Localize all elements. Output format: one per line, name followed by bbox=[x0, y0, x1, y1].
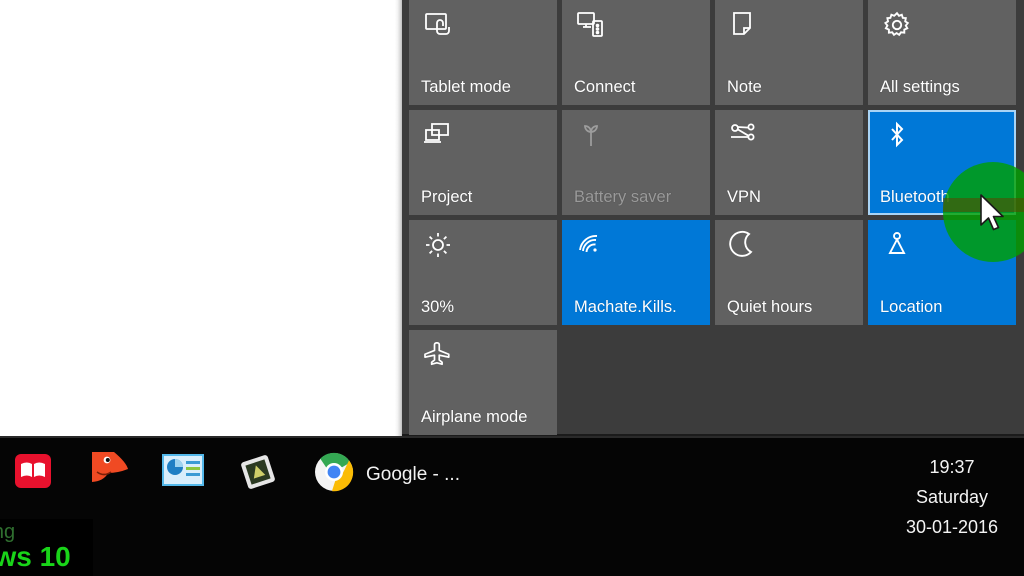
tablet-mode-icon bbox=[421, 8, 455, 42]
quick-actions-row: Tablet mode Connect Note All settings bbox=[409, 0, 1017, 105]
quick-action-label: All settings bbox=[880, 78, 960, 96]
powerpoint-icon bbox=[162, 454, 204, 491]
grid-empty-slot bbox=[715, 330, 863, 435]
quick-actions-row: Airplane mode bbox=[409, 330, 1017, 435]
quick-action-location[interactable]: Location bbox=[868, 220, 1016, 325]
quick-action-label: Connect bbox=[574, 78, 636, 96]
quick-action-wifi[interactable]: Machate.Kills. bbox=[562, 220, 710, 325]
recording-watermark: ...rding ...ows 10 bbox=[0, 519, 93, 576]
airplane-icon bbox=[421, 338, 455, 372]
taskbar-button-orange-app[interactable] bbox=[90, 450, 130, 495]
quick-action-label: Airplane mode bbox=[421, 408, 528, 426]
quick-action-connect[interactable]: Connect bbox=[562, 0, 710, 105]
quick-action-label: VPN bbox=[727, 188, 761, 206]
quick-action-vpn[interactable]: VPN bbox=[715, 110, 863, 215]
note-icon bbox=[727, 8, 761, 42]
brightness-icon bbox=[421, 228, 455, 262]
project-icon bbox=[421, 118, 455, 152]
taskbar-button-label: Google - ... bbox=[366, 463, 460, 485]
quick-action-label: Location bbox=[880, 298, 943, 316]
quick-actions-grid: Tablet mode Connect Note All settings Pr… bbox=[409, 0, 1017, 440]
clock-day: Saturday bbox=[915, 487, 989, 507]
screen: Tablet mode Connect Note All settings Pr… bbox=[0, 0, 1024, 576]
quick-action-project[interactable]: Project bbox=[409, 110, 557, 215]
quick-action-label: Note bbox=[727, 78, 762, 96]
moon-icon bbox=[727, 228, 761, 262]
taskbar-button-presentation-app[interactable] bbox=[162, 454, 204, 491]
wifi-icon bbox=[574, 228, 608, 262]
clock-date: 30-01-2016 bbox=[905, 517, 999, 537]
clock-time: 19:37 bbox=[929, 457, 975, 477]
quick-action-label: Project bbox=[421, 188, 473, 206]
taskbar-top-border bbox=[0, 436, 1024, 438]
quick-actions-row: Project Battery saver VPN Bluetooth bbox=[409, 110, 1017, 215]
grid-empty-slot bbox=[868, 330, 1016, 435]
quick-actions-row: 30% Machate.Kills. Quiet hours Location bbox=[409, 220, 1017, 325]
quick-action-label: Tablet mode bbox=[421, 78, 511, 96]
quick-action-bluetooth[interactable]: Bluetooth bbox=[868, 110, 1016, 215]
chrome-icon bbox=[314, 452, 354, 497]
quick-action-label: Bluetooth bbox=[880, 188, 950, 206]
book-icon bbox=[14, 452, 52, 495]
battery-saver-icon bbox=[574, 118, 608, 152]
bluetooth-icon bbox=[880, 118, 914, 152]
taskbar-button-diamond-app[interactable] bbox=[238, 452, 278, 497]
quick-action-all-settings[interactable]: All settings bbox=[868, 0, 1016, 105]
quick-action-label: Battery saver bbox=[574, 188, 672, 206]
quick-action-airplane-mode[interactable]: Airplane mode bbox=[409, 330, 557, 435]
watermark-line2: ...ows 10 bbox=[0, 541, 71, 572]
quick-action-quiet-hours[interactable]: Quiet hours bbox=[715, 220, 863, 325]
clock[interactable]: 19:37 Saturday 30-01-2016 bbox=[890, 456, 1014, 538]
vpn-icon bbox=[727, 118, 761, 152]
taskbar-button-chrome-window[interactable]: Google - ... bbox=[314, 452, 460, 497]
quick-action-label: 30% bbox=[421, 298, 455, 316]
diamond-icon bbox=[238, 452, 278, 497]
action-center-panel: Tablet mode Connect Note All settings Pr… bbox=[402, 0, 1024, 435]
face-icon bbox=[90, 450, 130, 495]
gear-icon bbox=[880, 8, 914, 42]
quick-action-tablet-mode[interactable]: Tablet mode bbox=[409, 0, 557, 105]
taskbar: Google - ... IJ Settin bbox=[0, 436, 1024, 576]
taskbar-button-reader-app[interactable] bbox=[14, 452, 52, 495]
desktop-app-area bbox=[0, 0, 400, 436]
quick-action-battery-saver[interactable]: Battery saver bbox=[562, 110, 710, 215]
desktop-window-edge bbox=[395, 0, 402, 436]
quick-action-brightness[interactable]: 30% bbox=[409, 220, 557, 325]
quick-action-label: Machate.Kills. bbox=[574, 298, 677, 316]
location-icon bbox=[880, 228, 914, 262]
connect-icon bbox=[574, 8, 608, 42]
grid-empty-slot bbox=[562, 330, 710, 435]
quick-action-label: Quiet hours bbox=[727, 298, 813, 316]
quick-action-note[interactable]: Note bbox=[715, 0, 863, 105]
